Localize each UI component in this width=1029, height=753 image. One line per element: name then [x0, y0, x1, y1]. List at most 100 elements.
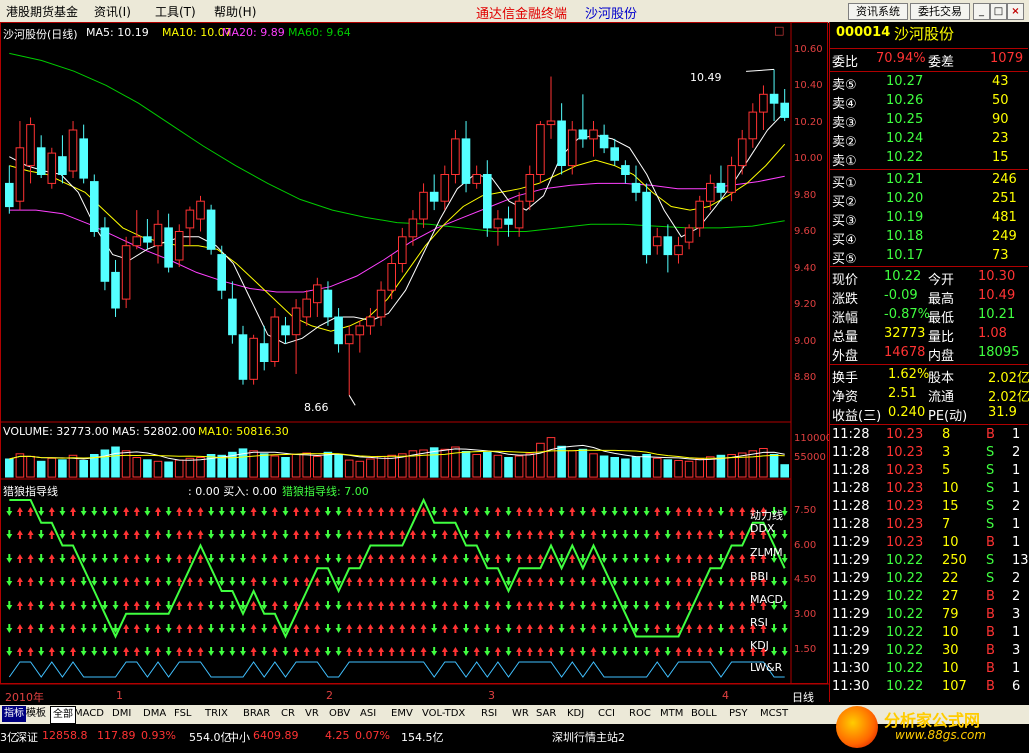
buy-arrow-icon [526, 507, 533, 512]
sell-arrow-stem [783, 530, 786, 534]
tab-psy[interactable]: PSY [729, 706, 748, 722]
close-icon[interactable]: × [1007, 3, 1024, 20]
tab-sar[interactable]: SAR [536, 706, 556, 722]
tab-asi[interactable]: ASI [360, 706, 376, 722]
sell-arrow-stem [93, 624, 96, 628]
maximize-icon[interactable]: □ [990, 3, 1007, 20]
buy-arrow-stem [698, 629, 701, 633]
buy-arrow-stem [688, 512, 691, 516]
sell-arrow-icon [611, 534, 618, 539]
tab-mtm[interactable]: MTM [660, 706, 683, 722]
buy-arrow-icon [197, 647, 204, 652]
sell-arrow-icon [59, 581, 66, 586]
tab-[interactable]: 全部 [50, 706, 76, 724]
sell-arrow-stem [284, 507, 287, 511]
candle-body [132, 236, 142, 247]
tick-time: 11:28 [832, 517, 870, 532]
stat-row: 外盘 14678 内盘 18095 [830, 345, 1026, 364]
tab-voltdx[interactable]: VOL-TDX [422, 706, 465, 722]
tab-mcst[interactable]: MCST [760, 706, 788, 722]
tick-time: 11:29 [832, 643, 870, 658]
buy-arrow-icon [367, 530, 374, 535]
tab-[interactable]: 模板 [26, 706, 46, 722]
tab-trix[interactable]: TRIX [205, 706, 228, 722]
tick-row: 11:28 10.23 3 S 2 [830, 445, 1026, 464]
tab-roc[interactable]: ROC [629, 706, 651, 722]
tab-[interactable]: 指标 [2, 706, 26, 722]
tab-dmi[interactable]: DMI [112, 706, 131, 722]
chart-canvas[interactable] [0, 22, 829, 705]
sell-arrow-icon [463, 534, 470, 539]
sell-arrow-stem [560, 601, 563, 605]
sell-arrow-stem [93, 577, 96, 581]
tab-cr[interactable]: CR [281, 706, 295, 722]
buy-arrow-stem [709, 652, 712, 656]
menu-help[interactable]: 帮助(H) [214, 3, 256, 20]
buy-arrow-icon [675, 624, 682, 629]
server-status[interactable]: 深圳行情主站2 [552, 729, 625, 745]
tab-boll[interactable]: BOLL [691, 706, 717, 722]
buy-arrow-stem [443, 582, 446, 586]
stat-value: 10.21 [978, 307, 1016, 322]
stat-row: 现价 10.22 今开 10.30 [830, 269, 1026, 288]
sell-arrow-stem [560, 554, 563, 558]
buy-arrow-stem [295, 512, 298, 516]
sell-arrow-stem [8, 624, 11, 628]
tab-vr[interactable]: VR [305, 706, 319, 722]
chart-area[interactable]: 沙河股份(日线) MA5: 10.19 MA10: 10.07 MA20: 9.… [0, 22, 832, 705]
sell-arrow-stem [61, 647, 64, 651]
tab-dma[interactable]: DMA [143, 706, 166, 722]
tab-rsi[interactable]: RSI [481, 706, 497, 722]
sell-arrow-stem [263, 507, 266, 511]
candle-body [408, 218, 418, 238]
index-name: 深证 [16, 731, 38, 744]
sell-arrow-stem [93, 647, 96, 651]
volume-y-label: 55000 [794, 452, 826, 463]
tab-obv[interactable]: OBV [329, 706, 350, 722]
info-system-button[interactable]: 资讯系统 [848, 3, 908, 20]
sell-arrow-stem [146, 507, 149, 511]
sell-arrow-stem [167, 601, 170, 605]
sell-arrow-icon [505, 628, 512, 633]
menu-tools[interactable]: 工具(T) [155, 3, 196, 20]
tab-cci[interactable]: CCI [598, 706, 615, 722]
menu-funds[interactable]: 港股期货基金 [6, 3, 78, 20]
sell-arrow-icon [101, 581, 108, 586]
period-label[interactable]: 日线 [792, 689, 814, 705]
ma60-label: MA60: 9.64 [288, 26, 351, 39]
tab-brar[interactable]: BRAR [243, 706, 270, 722]
tab-fsl[interactable]: FSL [174, 706, 192, 722]
sell-arrow-icon [6, 558, 13, 563]
sell-arrow-icon [579, 628, 586, 633]
candle-body [514, 200, 524, 229]
sell-arrow-stem [263, 530, 266, 534]
tab-kdj[interactable]: KDJ [567, 706, 584, 722]
trade-button[interactable]: 委托交易 [910, 3, 970, 20]
buy-arrow-icon [409, 601, 416, 606]
buy-arrow-icon [728, 601, 735, 606]
buy-arrow-stem [252, 652, 255, 656]
buy-arrow-stem [677, 512, 680, 516]
menu-info[interactable]: 资讯(I) [94, 3, 131, 20]
tab-emv[interactable]: EMV [391, 706, 413, 722]
buy-arrow-stem [252, 512, 255, 516]
sell-arrow-stem [624, 601, 627, 605]
sell-arrow-icon [261, 628, 268, 633]
candle-body [334, 316, 343, 345]
buy-arrow-stem [539, 652, 542, 656]
ask-label: 卖③ [832, 116, 857, 131]
buy-arrow-icon [16, 647, 23, 652]
sell-arrow-icon [781, 581, 788, 586]
sell-arrow-icon [664, 628, 671, 633]
buy-arrow-stem [539, 512, 542, 516]
sell-arrow-stem [241, 601, 244, 605]
chart-close-icon[interactable]: □ [774, 24, 784, 37]
minimize-icon[interactable]: _ [973, 3, 990, 20]
ma5-label: MA5: 10.19 [86, 26, 149, 39]
buy-arrow-icon [367, 647, 374, 652]
ask-row: 卖② 10.24 23 [830, 131, 1026, 150]
sell-arrow-icon [463, 651, 470, 656]
tab-macd[interactable]: MACD [74, 706, 104, 722]
low-arrow [348, 395, 356, 406]
tab-wr[interactable]: WR [512, 706, 529, 722]
